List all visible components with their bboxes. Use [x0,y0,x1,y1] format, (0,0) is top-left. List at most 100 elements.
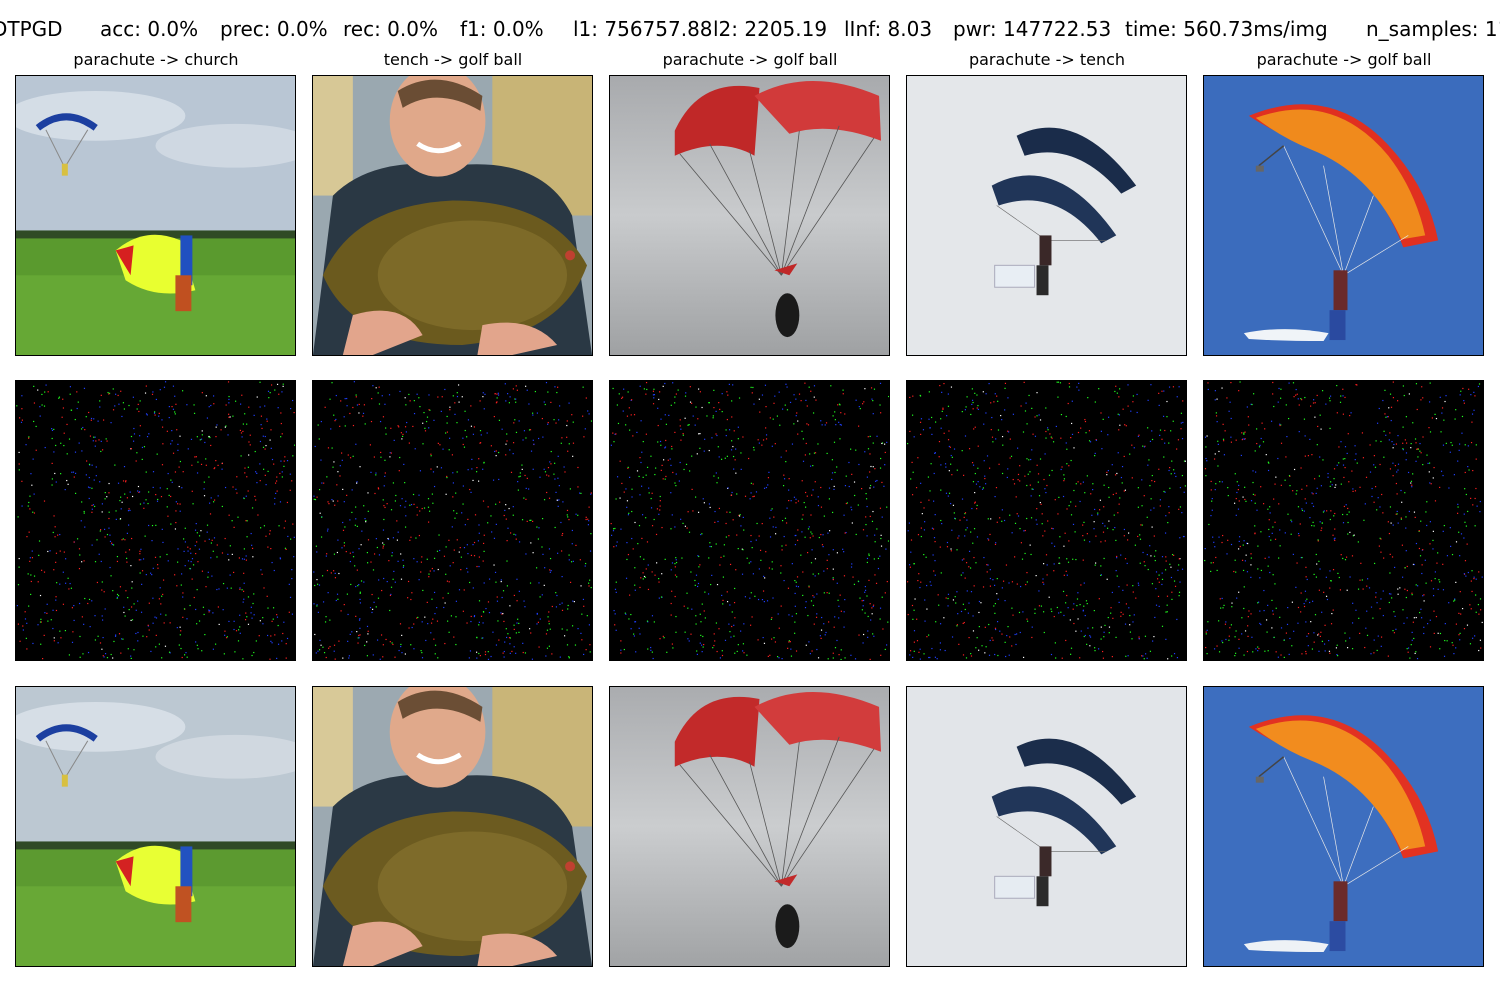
noise-pixel [336,484,338,486]
noise-pixel [1238,647,1240,649]
noise-pixel [1330,580,1332,582]
noise-pixel [1026,618,1028,620]
noise-pixel [616,476,619,478]
noise-pixel [835,424,837,426]
noise-pixel [765,406,767,408]
noise-pixel [1449,451,1451,453]
noise-pixel [121,539,123,541]
noise-pixel [1243,540,1245,542]
noise-pixel [110,653,112,656]
noise-pixel [1058,496,1060,498]
noise-pixel [1047,520,1049,522]
noise-pixel [1473,391,1475,393]
noise-pixel [99,406,101,408]
noise-pixel [581,613,583,615]
noise-pixel [1371,487,1373,490]
noise-pixel [449,437,451,439]
noise-pixel [1343,476,1345,479]
noise-pixel [662,385,664,387]
noise-pixel [433,638,435,640]
noise-pixel [850,448,852,450]
noise-pixel [348,657,350,659]
noise-pixel [1306,635,1308,637]
noise-pixel [507,393,509,395]
noise-pixel [334,658,336,660]
noise-pixel [316,583,319,585]
noise-pixel [208,538,210,540]
noise-pixel [568,402,570,404]
noise-pixel [420,650,422,652]
noise-pixel [1254,494,1256,496]
noise-pixel [375,538,377,540]
perturbation-image-2 [312,380,593,661]
noise-pixel [864,585,866,588]
noise-pixel [264,405,266,407]
noise-pixel [1271,627,1273,629]
noise-pixel [73,541,75,543]
noise-pixel [162,579,165,581]
noise-pixel [730,494,732,496]
noise-pixel [137,485,140,488]
noise-pixel [675,631,677,633]
noise-pixel [1106,474,1108,476]
noise-pixel [1177,439,1180,441]
noise-pixel [1332,609,1334,611]
noise-pixel [1206,629,1208,631]
noise-pixel [832,577,834,579]
noise-pixel [115,393,117,395]
noise-pixel [1479,500,1481,503]
noise-pixel [1131,444,1133,446]
noise-pixel [943,382,945,385]
noise-pixel [182,390,184,392]
noise-pixel [1015,496,1017,498]
noise-pixel [1417,456,1419,458]
noise-pixel [1339,401,1342,403]
noise-pixel [715,410,717,412]
noise-pixel [874,541,876,543]
noise-pixel [801,518,803,520]
noise-pixel [345,550,347,553]
noise-pixel [418,579,420,581]
noise-pixel [120,508,122,510]
noise-pixel [1054,499,1056,501]
noise-pixel [561,602,563,604]
noise-pixel [326,553,328,555]
noise-pixel [1277,656,1279,658]
noise-pixel [718,402,720,404]
noise-pixel [316,496,318,498]
noise-pixel [645,568,647,570]
noise-pixel [195,522,197,525]
noise-pixel [444,602,446,604]
noise-pixel [1377,635,1379,637]
noise-pixel [858,634,860,636]
noise-pixel [335,418,337,421]
noise-pixel [929,581,931,583]
noise-pixel [1030,495,1032,497]
noise-pixel [815,616,818,618]
noise-pixel [1222,423,1224,425]
noise-pixel [1373,639,1375,641]
noise-pixel [1397,588,1399,590]
noise-pixel [1433,610,1435,612]
noise-pixel [1434,577,1436,580]
noise-pixel [1400,489,1402,492]
noise-pixel [152,597,154,599]
noise-pixel [210,497,212,499]
noise-pixel [826,568,828,570]
noise-pixel [826,452,828,455]
noise-pixel [838,421,840,423]
noise-pixel [1243,438,1246,440]
noise-pixel [787,587,790,589]
noise-pixel [780,456,782,458]
noise-pixel [1291,521,1293,523]
noise-pixel [176,627,178,629]
noise-pixel [138,559,140,561]
noise-pixel [164,381,167,383]
noise-pixel [1331,612,1333,615]
noise-pixel [1098,648,1100,650]
noise-pixel [1178,591,1181,593]
noise-pixel [1346,647,1349,649]
noise-pixel [791,563,793,565]
noise-pixel [1382,399,1384,402]
noise-pixel [347,640,349,642]
